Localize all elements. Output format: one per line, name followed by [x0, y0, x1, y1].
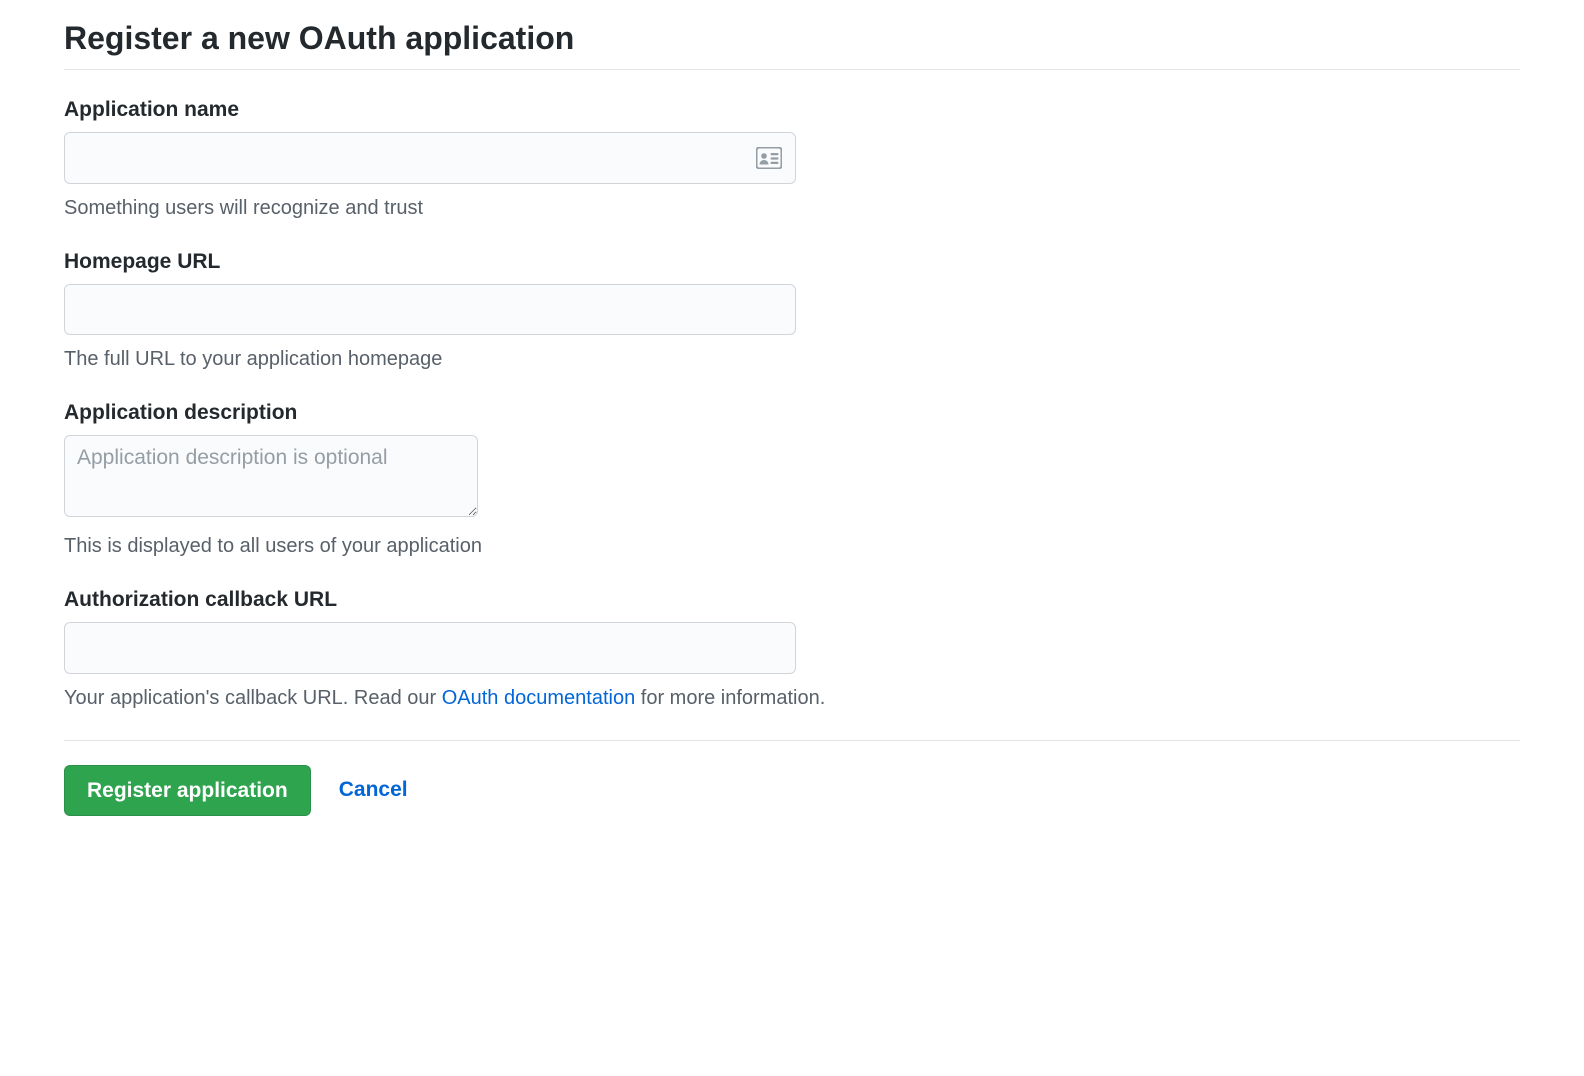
callback-url-input[interactable]	[64, 622, 796, 674]
form-actions: Register application Cancel	[64, 765, 1520, 816]
oauth-doc-link[interactable]: OAuth documentation	[442, 687, 635, 709]
form-divider	[64, 740, 1520, 741]
app-name-help: Something users will recognize and trust	[64, 194, 1520, 222]
register-button[interactable]: Register application	[64, 765, 311, 816]
cancel-link[interactable]: Cancel	[339, 778, 408, 802]
app-description-label: Application description	[64, 401, 1520, 425]
homepage-url-help: The full URL to your application homepag…	[64, 345, 1520, 373]
app-description-textarea[interactable]	[64, 435, 478, 517]
field-app-description: Application description This is displaye…	[64, 401, 1520, 560]
app-name-label: Application name	[64, 98, 1520, 122]
callback-help-suffix: for more information.	[635, 687, 825, 709]
app-name-input-wrapper	[64, 132, 796, 184]
field-callback-url: Authorization callback URL Your applicat…	[64, 588, 1520, 712]
app-name-input[interactable]	[64, 132, 796, 184]
field-homepage-url: Homepage URL The full URL to your applic…	[64, 250, 1520, 374]
homepage-url-label: Homepage URL	[64, 250, 1520, 274]
field-app-name: Application name Something users will re…	[64, 98, 1520, 222]
homepage-url-input[interactable]	[64, 284, 796, 336]
callback-url-label: Authorization callback URL	[64, 588, 1520, 612]
oauth-app-form: Application name Something users will re…	[64, 98, 1520, 816]
app-description-help: This is displayed to all users of your a…	[64, 532, 1520, 560]
page-title: Register a new OAuth application	[64, 20, 1520, 70]
callback-url-help: Your application's callback URL. Read ou…	[64, 684, 1520, 712]
callback-help-prefix: Your application's callback URL. Read ou…	[64, 687, 442, 709]
